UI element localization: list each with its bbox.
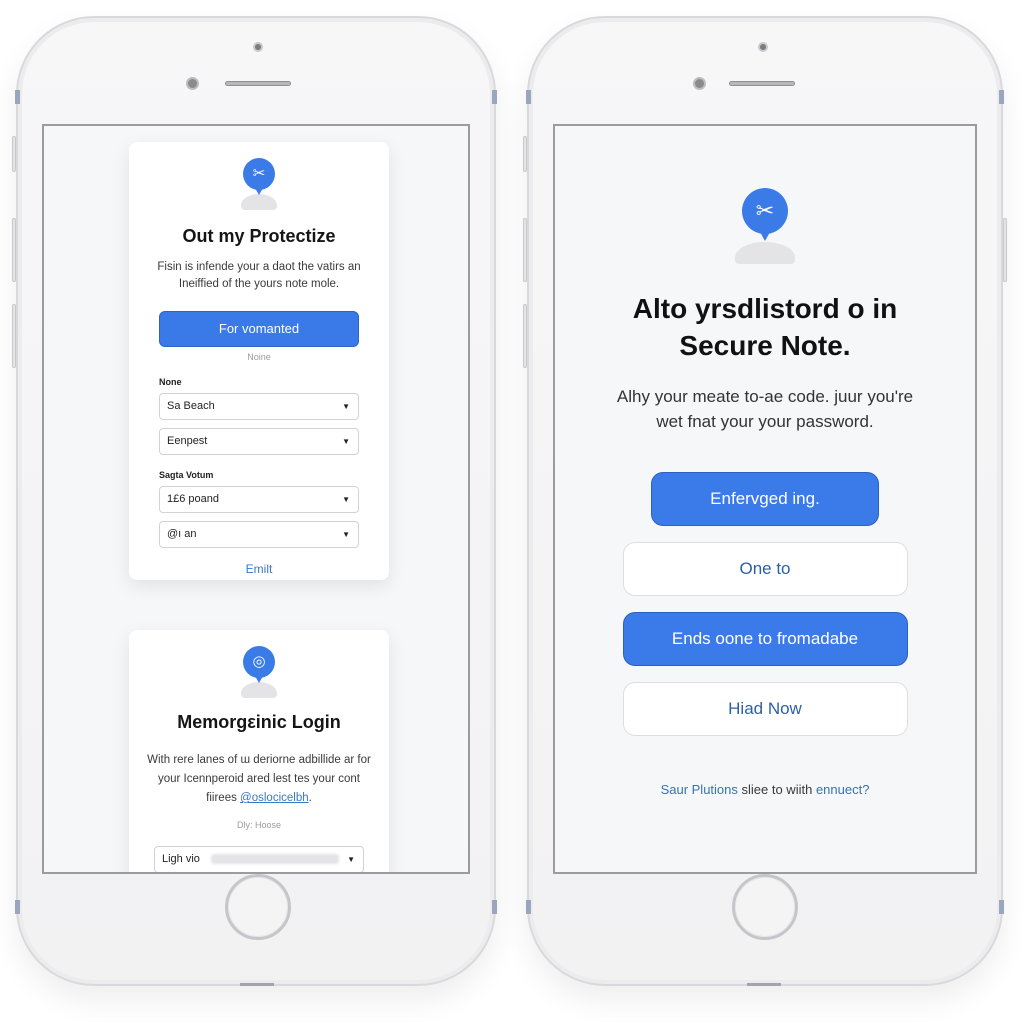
volume-up-button[interactable] — [523, 218, 527, 282]
antenna-band — [526, 900, 531, 914]
antenna-band — [492, 900, 497, 914]
location-select[interactable]: Sa Beach ▼ — [159, 393, 359, 420]
login-via-select[interactable]: Ligh vio ▼ — [154, 846, 364, 872]
hint-text: Dly: Hoose — [236, 820, 281, 830]
antenna-band — [526, 90, 531, 104]
page-description: Alhy your meate to-ae code. juur you're … — [555, 384, 975, 434]
key-lock-icon: ✂ — [735, 188, 795, 264]
home-button[interactable] — [732, 874, 798, 940]
protect-card: ✂ Out my Protectize Fisin is infende you… — [129, 142, 389, 580]
select-label: Ligh vio — [162, 853, 200, 865]
title-line: Alto yrsdlistord o in — [632, 293, 898, 324]
earpiece-speaker — [225, 81, 291, 86]
front-camera — [186, 77, 199, 90]
screen: ✂ Out my Protectize Fisin is infende you… — [42, 124, 470, 874]
screen: ✂ Alto yrsdlistord o in Secure Note. Alh… — [553, 124, 977, 874]
chevron-down-icon: ▼ — [342, 437, 350, 446]
secure-note-view: ✂ Alto yrsdlistord o in Secure Note. Alh… — [555, 188, 975, 797]
hint-text: Noine — [247, 352, 271, 362]
mute-switch[interactable] — [523, 136, 527, 172]
select-value: Sa Beach — [167, 400, 215, 412]
fingerprint-icon: ◎ — [239, 646, 279, 698]
card-title: Out my Protectize — [182, 226, 336, 246]
description-line: Alhy your meate to-ae code. juur you're — [616, 387, 914, 406]
volume-up-button[interactable] — [12, 218, 16, 282]
footer-text: sliee to wiith — [737, 782, 816, 797]
antenna-band — [15, 900, 20, 914]
antenna-band — [492, 90, 497, 104]
description-line: wet fnat your your password. — [656, 412, 874, 431]
chevron-down-icon: ▼ — [347, 855, 355, 864]
power-button[interactable] — [1003, 218, 1007, 282]
card-description: With rere lanes of ɯ deriorne adbillide … — [143, 751, 375, 808]
emit-link-button[interactable]: Emilt — [246, 562, 273, 576]
primary-action-button[interactable]: Enfervged ing. — [651, 472, 879, 526]
mute-switch[interactable] — [12, 136, 16, 172]
read-now-button[interactable]: Hiad Now — [622, 682, 908, 736]
page-title: Alto yrsdlistord o in Secure Note. — [555, 290, 975, 364]
card-title: Memorgεinic Login — [177, 712, 341, 732]
section-label: Sagta Votum — [159, 470, 214, 480]
title-line: Secure Note. — [679, 330, 851, 361]
chevron-down-icon: ▼ — [342, 402, 350, 411]
lightning-port — [240, 983, 274, 986]
card-description: Fisin is infende your a daot the vatirs … — [157, 261, 361, 290]
shield-lock-icon: ✂ — [239, 158, 279, 210]
chevron-down-icon: ▼ — [342, 530, 350, 539]
select-value: @ı an — [167, 528, 197, 540]
earpiece-speaker — [729, 81, 795, 86]
connect-link[interactable]: ennuect? — [816, 782, 870, 797]
select-value: Eenpest — [167, 435, 208, 447]
solutions-link[interactable]: Saur Plutions — [661, 782, 738, 797]
type-select[interactable]: Eenpest ▼ — [159, 428, 359, 455]
handle-link[interactable]: @oslocicelbh — [240, 792, 309, 804]
amount-select[interactable]: 1£6 poand ▼ — [159, 486, 359, 513]
front-camera — [693, 77, 706, 90]
blurred-value — [210, 854, 339, 865]
volume-down-button[interactable] — [523, 304, 527, 368]
proximity-sensor — [253, 42, 263, 52]
secondary-action-button[interactable]: One to — [622, 542, 908, 596]
button-stack: Enfervged ing. One to Ends oone to froma… — [555, 472, 975, 736]
description-text: . — [308, 792, 312, 804]
footer-help: Saur Plutions sliee to wiith ennuect? — [555, 782, 975, 797]
antenna-band — [15, 90, 20, 104]
primary-button[interactable]: For vomanted — [159, 311, 359, 347]
chevron-down-icon: ▼ — [342, 495, 350, 504]
proximity-sensor — [758, 42, 768, 52]
login-card: ◎ Memorgεinic Login With rere lanes of ɯ… — [129, 630, 389, 872]
account-select[interactable]: @ı an ▼ — [159, 521, 359, 548]
antenna-band — [999, 900, 1004, 914]
phone-right: ✂ Alto yrsdlistord o in Secure Note. Alh… — [523, 16, 1007, 986]
select-value: 1£6 poand — [167, 493, 219, 505]
antenna-band — [999, 90, 1004, 104]
import-button[interactable]: Ends oone to fromadabe — [622, 612, 908, 666]
section-label: None — [159, 377, 182, 387]
volume-down-button[interactable] — [12, 304, 16, 368]
home-button[interactable] — [225, 874, 291, 940]
phone-left: ✂ Out my Protectize Fisin is infende you… — [12, 16, 497, 986]
lightning-port — [747, 983, 781, 986]
